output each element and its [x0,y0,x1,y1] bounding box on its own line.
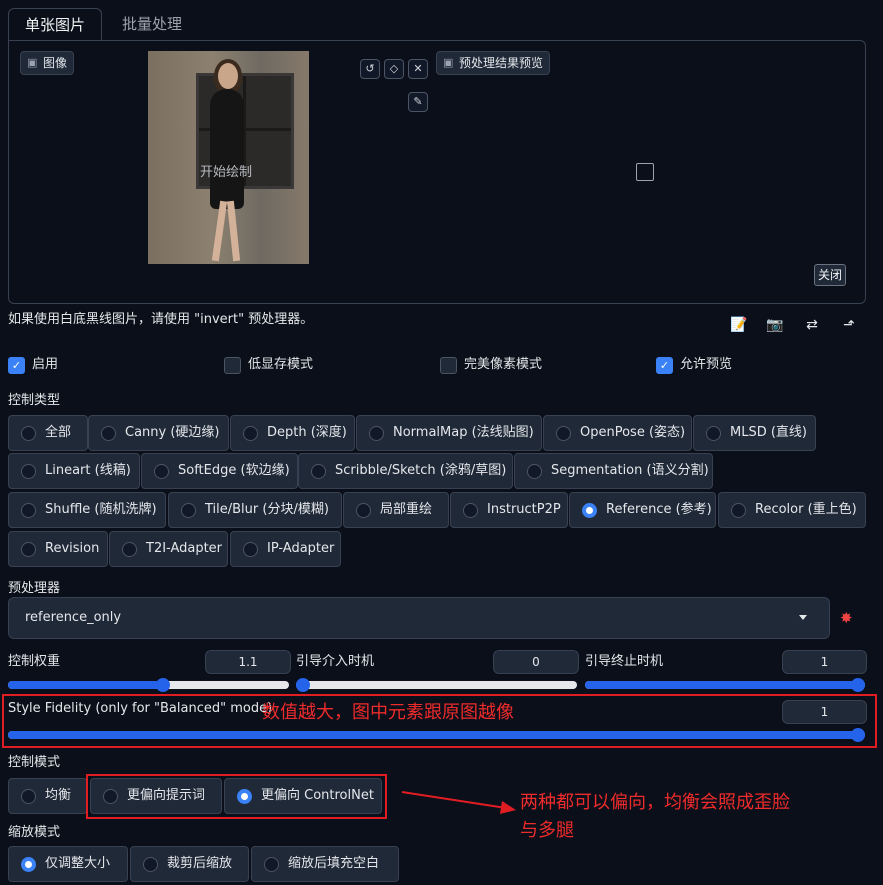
close-icon[interactable]: ✕ [408,59,428,79]
chevron-down-icon [799,615,807,620]
preprocessor-select[interactable]: reference_only [8,597,830,639]
control-mode-label: 控制模式 [8,755,61,770]
control-type-option[interactable]: OpenPose (姿态) [543,415,692,451]
preview-label: ▣ 预处理结果预览 [436,51,551,75]
send-dimensions-icon[interactable]: ⬏ [840,316,858,334]
arrow-annotation [401,791,516,814]
image-icon: ▣ [27,56,38,69]
fidelity-annotation: 数值越大，图中元素跟原图越像 [262,702,514,723]
mode-annotation-line1: 两种都可以偏向，均衡会照成歪脸 [520,792,790,813]
tab-single-image[interactable]: 单张图片 [8,8,103,41]
control-type-option[interactable]: Depth (深度) [230,415,355,451]
swap-icon[interactable]: ⇄ [803,316,821,334]
camera-icon[interactable]: 📷 [766,316,784,334]
close-preview-button[interactable]: 关闭 [814,264,847,286]
end-label: 引导终止时机 [585,654,664,669]
start-label: 引导介入时机 [296,654,375,669]
mode-annotation-line2: 与多腿 [520,820,574,841]
control-type-option[interactable]: SoftEdge (软边缘) [141,453,298,489]
resize-mode-option[interactable]: 缩放后填充空白 [251,846,399,882]
highlight-box-mode [86,774,387,819]
control-type-option[interactable]: Canny (硬边缘) [88,415,229,451]
weight-number[interactable]: 1.1 [205,650,291,674]
control-mode-option[interactable]: 均衡 [8,778,87,814]
control-type-option[interactable]: T2I-Adapter [109,531,228,567]
control-type-option[interactable]: Lineart (线稿) [8,453,140,489]
resize-mode-option[interactable]: 仅调整大小 [8,846,128,882]
weight-slider[interactable] [8,678,289,692]
control-type-option[interactable]: 全部 [8,415,88,451]
image-icon: ▣ [443,56,454,69]
control-type-option[interactable]: Shuffle (随机洗牌) [8,492,166,528]
start-drawing-text: 开始绘制 [200,165,253,180]
control-type-option[interactable]: Revision [8,531,108,567]
resize-mode-option[interactable]: 裁剪后缩放 [130,846,249,882]
control-type-option[interactable]: Reference (参考) [569,492,716,528]
control-type-option[interactable]: IP-Adapter [230,531,341,567]
image-panel [8,40,866,304]
invert-hint: 如果使用白底黑线图片，请使用 "invert" 预处理器。 [8,312,314,327]
image-placeholder-icon [636,163,654,181]
run-preprocessor-icon[interactable]: ✸ [840,609,853,627]
image-label: ▣ 图像 [20,51,75,75]
resize-mode-label: 缩放模式 [8,825,61,840]
control-type-option[interactable]: NormalMap (法线贴图) [356,415,542,451]
control-type-option[interactable]: Scribble/Sketch (涂鸦/草图) [298,453,513,489]
start-number[interactable]: 0 [493,650,579,674]
control-type-option[interactable]: Recolor (重上色) [718,492,866,528]
notepad-icon[interactable]: 📝 [730,316,748,334]
undo-icon[interactable]: ↺ [360,59,380,79]
weight-label: 控制权重 [8,654,61,669]
control-type-option[interactable]: Tile/Blur (分块/模糊) [168,492,342,528]
end-number[interactable]: 1 [782,650,867,674]
tab-batch[interactable]: 批量处理 [106,8,198,40]
control-type-label: 控制类型 [8,393,61,408]
control-type-option[interactable]: Segmentation (语义分割) [514,453,713,489]
input-image[interactable]: 开始绘制 [148,51,309,264]
control-type-option[interactable]: MLSD (直线) [693,415,816,451]
preprocessor-label: 预处理器 [8,581,61,596]
end-slider[interactable] [585,678,865,692]
start-slider[interactable] [296,678,577,692]
control-type-option[interactable]: 局部重绘 [343,492,449,528]
eraser-icon[interactable]: ◇ [384,59,404,79]
control-type-option[interactable]: InstructP2P [450,492,568,528]
brush-icon[interactable]: ✎ [408,92,428,112]
